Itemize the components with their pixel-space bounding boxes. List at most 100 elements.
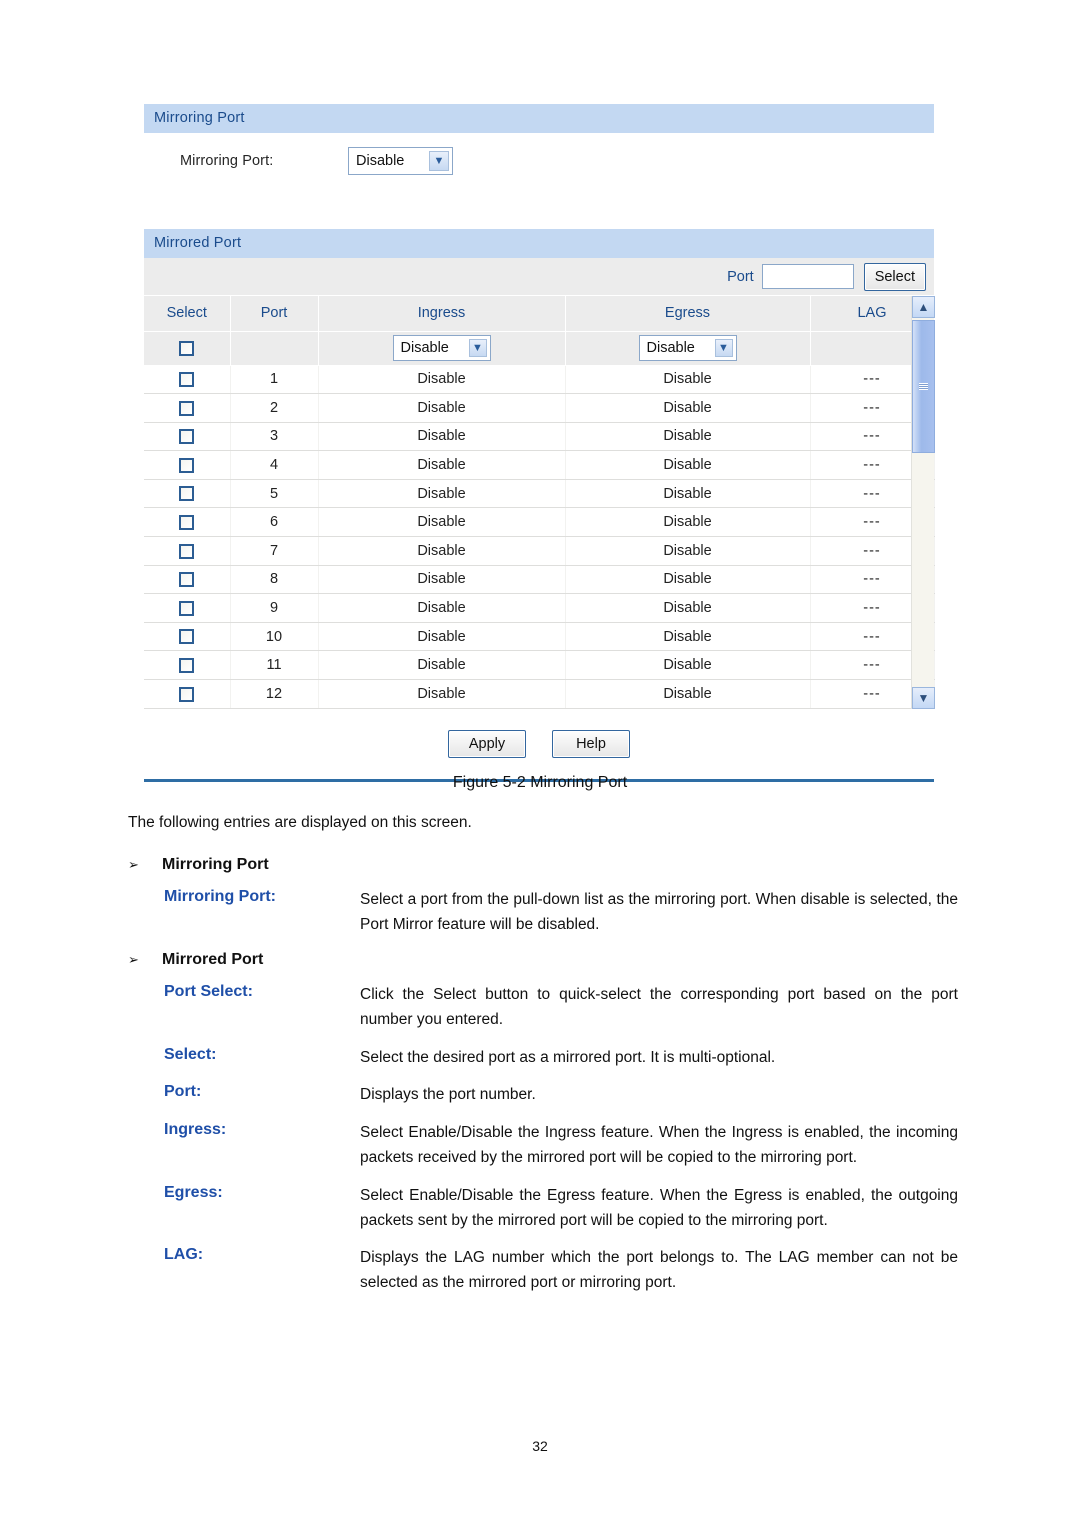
- bulk-egress-select[interactable]: Disable ▼: [638, 335, 737, 361]
- row-checkbox[interactable]: [179, 686, 195, 702]
- mirroring-port-screenshot: Mirroring Port Mirroring Port: Disable ▼…: [144, 104, 935, 782]
- row-ingress-cell: Disable: [318, 507, 566, 538]
- document-page: Mirroring Port Mirroring Port: Disable ▼…: [0, 0, 1080, 1527]
- row-egress-cell: Disable: [565, 650, 811, 681]
- definition-description-text: Select the desired port as a mirrored po…: [360, 1048, 776, 1066]
- row-egress-cell: Disable: [565, 536, 811, 566]
- mirroring-port-field-row: Mirroring Port: Disable ▼: [144, 133, 934, 188]
- port-select-button[interactable]: Select: [863, 262, 926, 291]
- bulk-port-cell: [230, 331, 319, 366]
- row-checkbox[interactable]: [179, 429, 195, 445]
- table-row: 12 Disable Disable ---: [144, 679, 935, 709]
- definition-entry: Mirroring Port: Select a port from the pu…: [128, 888, 958, 938]
- row-checkbox[interactable]: [179, 400, 195, 416]
- mirroring-port-label: Mirroring Port:: [180, 152, 274, 169]
- row-ingress-cell: Disable: [318, 565, 566, 595]
- mirroring-port-panel-header: Mirroring Port: [144, 104, 934, 133]
- row-checkbox[interactable]: [179, 600, 195, 616]
- table-row: 1 Disable Disable ---: [144, 365, 935, 395]
- row-checkbox[interactable]: [179, 657, 195, 673]
- row-egress-cell: Disable: [565, 393, 811, 423]
- row-select-cell: [144, 365, 231, 395]
- row-checkbox[interactable]: [179, 486, 195, 502]
- row-ingress-cell: Disable: [318, 450, 566, 480]
- row-select-cell: [144, 393, 231, 423]
- row-port-cell: 11: [230, 650, 319, 681]
- definition-entry: Port Select: Click the Select button to q…: [128, 983, 958, 1033]
- mirroring-port-select[interactable]: Disable ▼: [348, 146, 453, 175]
- row-egress-cell: Disable: [565, 450, 811, 480]
- definition-description-text: Select a port from the pull-down list as…: [360, 891, 958, 934]
- row-select-cell: [144, 622, 231, 652]
- description-sections: ➢ Mirroring Port Mirroring Port: Select a p…: [128, 856, 958, 1296]
- bullet-arrow-icon: ➢: [128, 952, 139, 968]
- section-heading-label: Mirroring Port: [162, 856, 269, 874]
- bulk-egress-value: Disable: [646, 340, 695, 356]
- row-checkbox[interactable]: [179, 514, 195, 530]
- row-egress-cell: Disable: [565, 593, 811, 623]
- bulk-ingress-select[interactable]: Disable ▼: [392, 335, 491, 361]
- bulk-control-row: Disable ▼ Disable ▼: [144, 331, 935, 366]
- table-row: 7 Disable Disable ---: [144, 536, 935, 566]
- intro-paragraph: The following entries are displayed on t…: [128, 814, 472, 831]
- row-checkbox[interactable]: [179, 457, 195, 473]
- table-row: 8 Disable Disable ---: [144, 565, 935, 595]
- row-checkbox[interactable]: [179, 629, 195, 645]
- row-egress-cell: Disable: [565, 507, 811, 538]
- mirrored-port-table-body: Disable ▼ Disable ▼ 1 Disable Disable --…: [144, 331, 935, 709]
- table-row: 11 Disable Disable ---: [144, 650, 935, 681]
- column-header-select: Select: [144, 296, 231, 332]
- port-number-input[interactable]: [761, 264, 854, 289]
- row-port-cell: 10: [230, 622, 319, 652]
- row-select-cell: [144, 507, 231, 538]
- definition-term: Port Select:: [164, 983, 253, 1001]
- row-ingress-cell: Disable: [318, 422, 566, 452]
- row-port-cell: 1: [230, 365, 319, 395]
- table-row: 2 Disable Disable ---: [144, 393, 935, 423]
- row-port-cell: 3: [230, 422, 319, 452]
- table-vertical-scrollbar[interactable]: ▲ ▼: [911, 296, 935, 709]
- table-row: 4 Disable Disable ---: [144, 450, 935, 480]
- row-ingress-cell: Disable: [318, 650, 566, 681]
- bulk-ingress-cell: Disable ▼: [318, 331, 566, 366]
- mirrored-port-table-scroll-area: Select Port Ingress Egress LAG Disable ▼…: [144, 296, 935, 709]
- definition-description: Select Enable/Disable the Ingress featur…: [360, 1121, 958, 1171]
- definition-term: Mirroring Port:: [164, 888, 276, 906]
- row-checkbox[interactable]: [179, 371, 195, 387]
- apply-button[interactable]: Apply: [448, 729, 526, 758]
- table-header-row: Select Port Ingress Egress LAG: [144, 296, 935, 332]
- select-all-checkbox[interactable]: [179, 340, 195, 356]
- help-button[interactable]: Help: [552, 729, 630, 758]
- definition-term: Egress:: [164, 1183, 223, 1201]
- definition-description: Select Enable/Disable the Egress feature…: [360, 1184, 958, 1234]
- section-heading-label: Mirrored Port: [162, 951, 264, 969]
- definition-description: Click the Select button to quick-select …: [360, 983, 958, 1033]
- scroll-down-arrow-icon[interactable]: ▼: [912, 686, 935, 709]
- row-checkbox[interactable]: [179, 543, 195, 559]
- scrollbar-grip-icon: [919, 383, 928, 390]
- row-port-cell: 12: [230, 679, 319, 709]
- definition-description-text: Select Enable/Disable the Ingress featur…: [360, 1124, 958, 1167]
- column-header-egress: Egress: [565, 296, 811, 332]
- row-select-cell: [144, 679, 231, 709]
- row-select-cell: [144, 593, 231, 623]
- definition-description: Displays the port number.: [360, 1083, 958, 1108]
- column-header-ingress: Ingress: [318, 296, 566, 332]
- table-row: 3 Disable Disable ---: [144, 422, 935, 452]
- row-select-cell: [144, 422, 231, 452]
- row-checkbox[interactable]: [179, 572, 195, 588]
- table-row: 9 Disable Disable ---: [144, 593, 935, 623]
- definition-entry: Ingress: Select Enable/Disable the Ingres…: [128, 1121, 958, 1171]
- scrollbar-thumb[interactable]: [912, 320, 935, 453]
- chevron-down-icon: ▼: [714, 339, 733, 357]
- document-body: The following entries are displayed on t…: [128, 812, 958, 1309]
- mirrored-port-panel-header: Mirrored Port: [144, 229, 934, 258]
- row-ingress-cell: Disable: [318, 536, 566, 566]
- definition-description-text: Select Enable/Disable the Egress feature…: [360, 1186, 958, 1229]
- scroll-up-arrow-icon[interactable]: ▲: [912, 296, 935, 318]
- row-egress-cell: Disable: [565, 422, 811, 452]
- row-egress-cell: Disable: [565, 622, 811, 652]
- definition-description-text: Displays the port number.: [360, 1086, 536, 1104]
- definition-description-text: Displays the LAG number which the port b…: [360, 1249, 958, 1292]
- panel-spacer: [144, 188, 934, 212]
